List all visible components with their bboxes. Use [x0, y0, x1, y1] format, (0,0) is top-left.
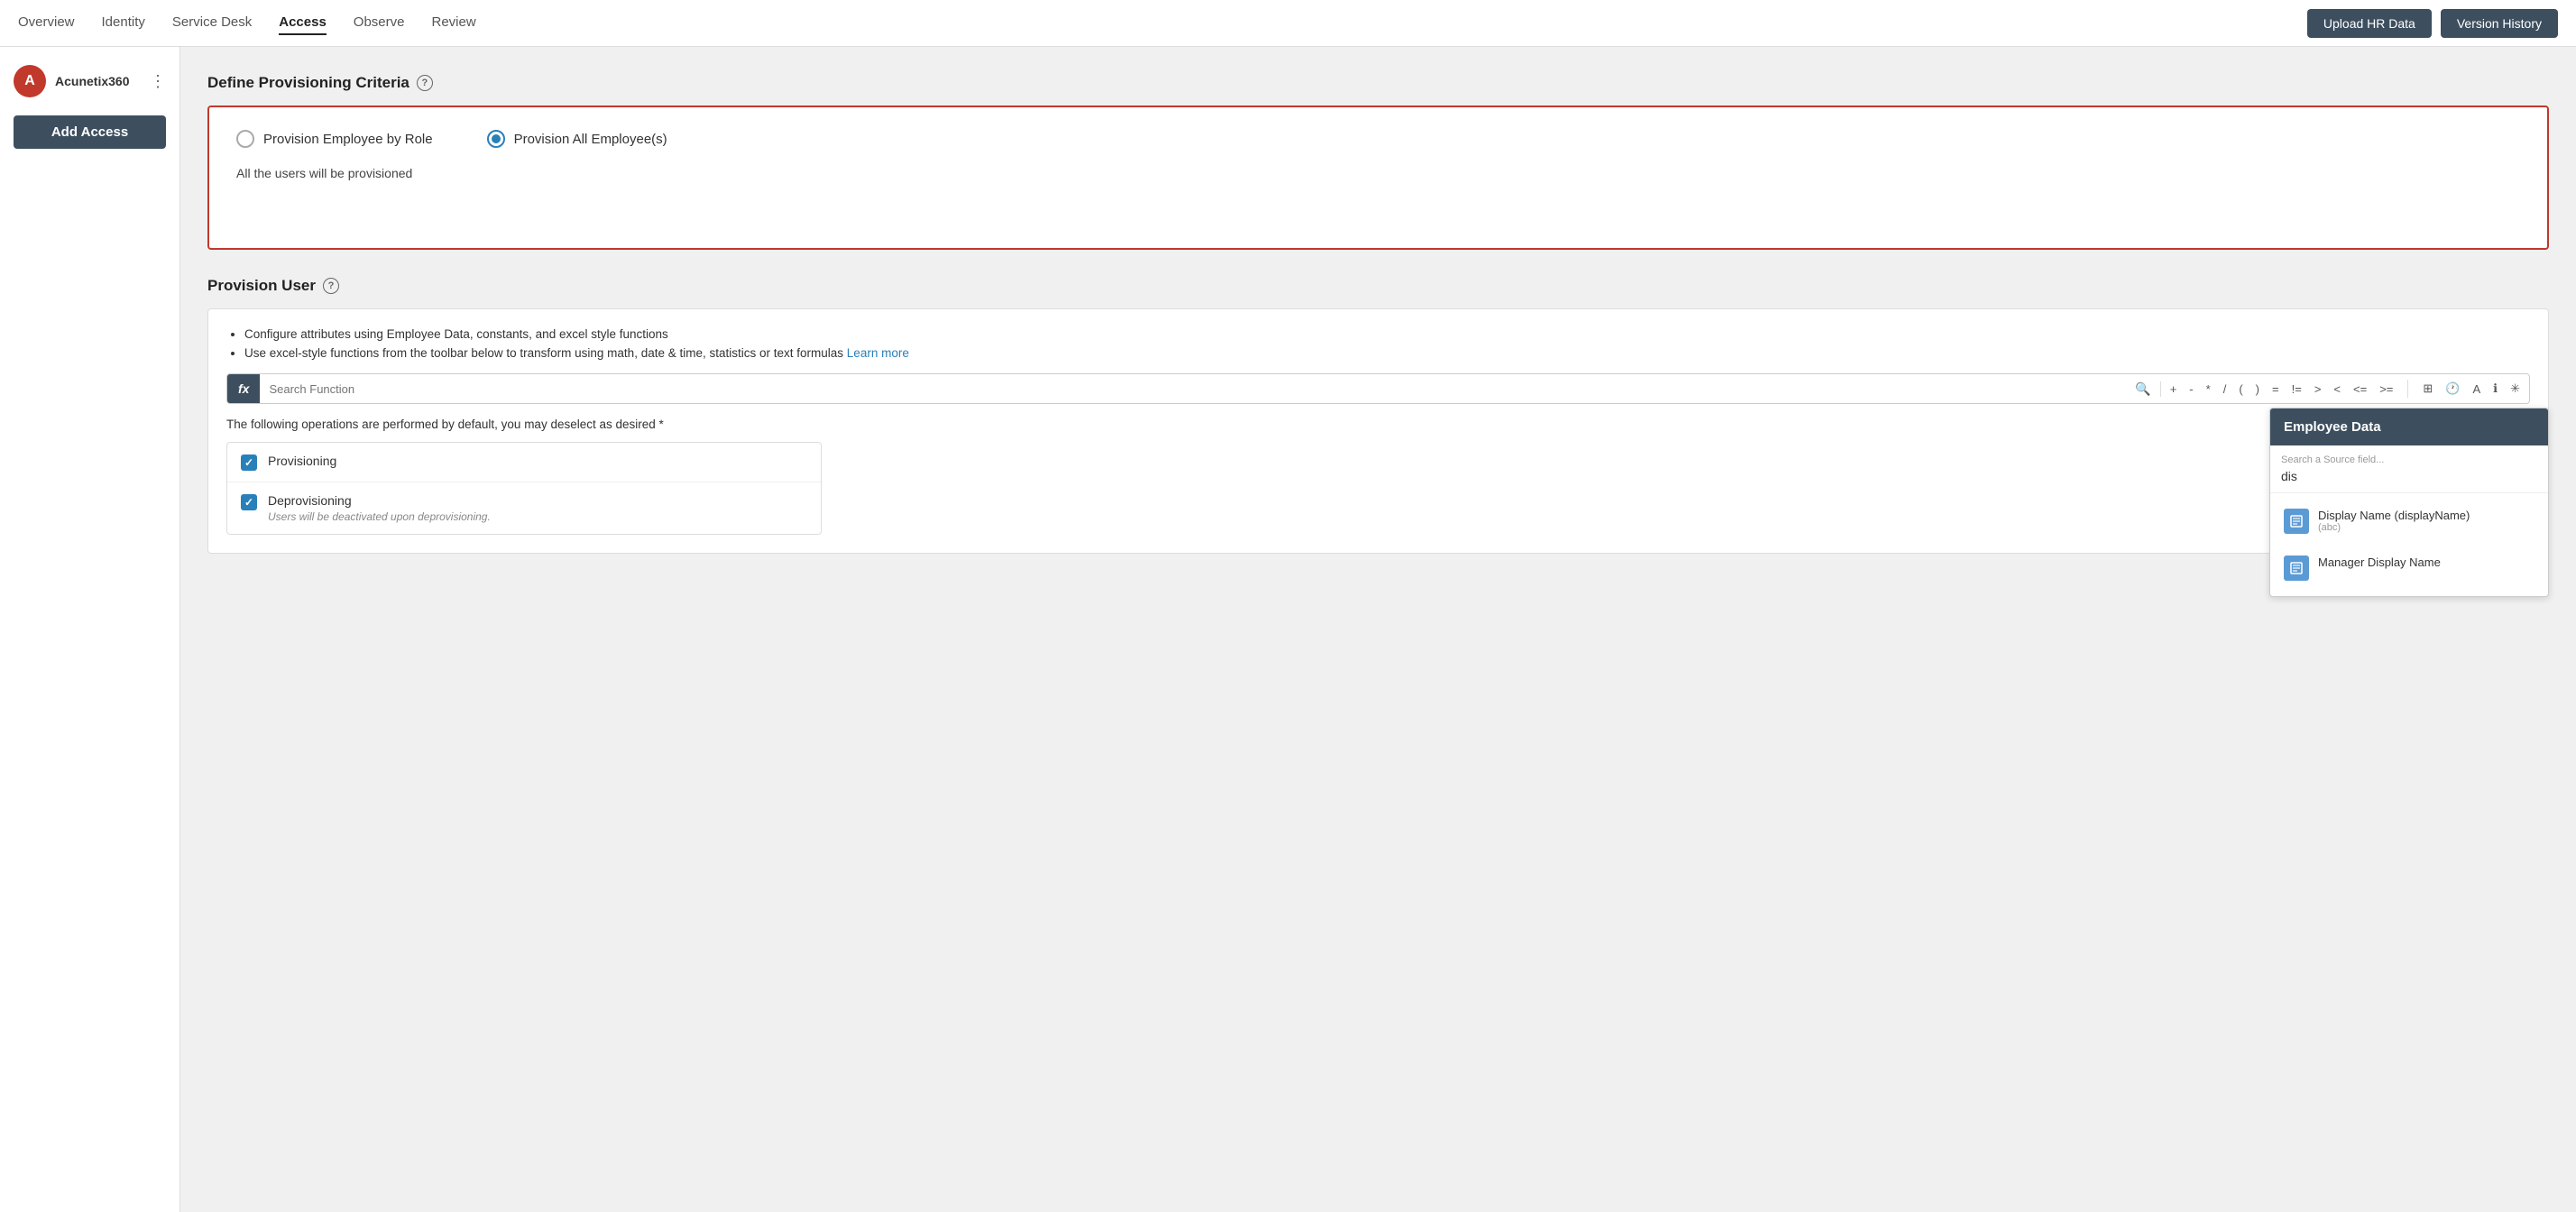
criteria-description: All the users will be provisioned — [236, 166, 2520, 180]
display-name-icon — [2284, 509, 2309, 534]
provision-title-text: Provision User — [207, 277, 316, 295]
toolbar-separator — [2407, 380, 2408, 398]
emp-search-value: dis — [2281, 469, 2537, 483]
radio-all-employees-circle — [487, 130, 505, 148]
operations-box: Provisioning Deprovisioning Users will b… — [226, 442, 822, 535]
op-greater[interactable]: > — [2313, 377, 2323, 401]
nav-review[interactable]: Review — [432, 11, 476, 35]
manager-display-name-icon — [2284, 556, 2309, 581]
search-function-input[interactable] — [269, 382, 2135, 396]
op-less-eq[interactable]: <= — [2351, 377, 2369, 401]
op-not-equals[interactable]: != — [2290, 377, 2304, 401]
emp-field-display-name[interactable]: Display Name (displayName) (abc) — [2270, 498, 2548, 545]
op-greater-eq[interactable]: >= — [2378, 377, 2395, 401]
op-divide[interactable]: / — [2222, 377, 2229, 401]
deprovisioning-label: Deprovisioning — [268, 493, 807, 508]
provision-section-title: Provision User ? — [207, 277, 2549, 295]
op-minus[interactable]: - — [2187, 377, 2194, 401]
op-deprovisioning-row: Deprovisioning Users will be deactivated… — [227, 482, 821, 534]
upload-hr-data-button[interactable]: Upload HR Data — [2307, 9, 2432, 38]
radio-all-employees-label: Provision All Employee(s) — [514, 132, 667, 147]
employee-data-list: Display Name (displayName) (abc) Manager… — [2270, 493, 2548, 596]
bullet-1: Configure attributes using Employee Data… — [244, 327, 2530, 341]
nav-access[interactable]: Access — [279, 11, 327, 35]
main-content: Define Provisioning Criteria ? Provision… — [180, 47, 2576, 1212]
provisioning-checkbox[interactable] — [241, 454, 257, 471]
employee-data-panel: Employee Data Search a Source field... d… — [2269, 408, 2549, 597]
search-icon: 🔍 — [2135, 381, 2150, 397]
operations-label: The following operations are performed b… — [226, 418, 2530, 431]
display-name-type: (abc) — [2318, 522, 2470, 533]
nav-service-desk[interactable]: Service Desk — [172, 11, 252, 35]
emp-field-manager-display-name[interactable]: Manager Display Name — [2270, 545, 2548, 592]
radio-by-role-circle — [236, 130, 254, 148]
bullet-2: Use excel-style functions from the toolb… — [244, 346, 2530, 360]
clock-icon[interactable]: 🕐 — [2443, 376, 2461, 401]
info-icon[interactable]: ℹ — [2491, 376, 2499, 401]
app-name: Acunetix360 — [55, 74, 129, 88]
employee-data-search: Search a Source field... dis — [2270, 445, 2548, 493]
op-equals[interactable]: = — [2270, 377, 2281, 401]
provision-help-icon[interactable]: ? — [323, 278, 339, 294]
op-multiply[interactable]: * — [2204, 377, 2213, 401]
provision-user-section: Provision User ? Configure attributes us… — [207, 277, 2549, 554]
provision-box: Configure attributes using Employee Data… — [207, 308, 2549, 554]
op-close-paren[interactable]: ) — [2254, 377, 2261, 401]
op-provisioning-row: Provisioning — [227, 443, 821, 482]
define-section-title: Define Provisioning Criteria ? — [207, 74, 2549, 92]
provision-bullets: Configure attributes using Employee Data… — [244, 327, 2530, 360]
op-open-paren[interactable]: ( — [2237, 377, 2244, 401]
search-function-wrapper: 🔍 — [260, 381, 2160, 397]
radio-group: Provision Employee by Role Provision All… — [236, 130, 2520, 148]
sidebar-header: A Acunetix360 ⋮ — [14, 65, 166, 97]
display-name-label: Display Name (displayName) — [2318, 509, 2470, 522]
define-help-icon[interactable]: ? — [417, 75, 433, 91]
top-navigation: Overview Identity Service Desk Access Ob… — [0, 0, 2576, 47]
emp-search-label: Search a Source field... — [2281, 454, 2537, 465]
define-provisioning-section: Define Provisioning Criteria ? Provision… — [207, 74, 2549, 250]
op-plus[interactable]: + — [2168, 377, 2179, 401]
deprovisioning-checkbox[interactable] — [241, 494, 257, 510]
op-less[interactable]: < — [2332, 377, 2342, 401]
sidebar: A Acunetix360 ⋮ Add Access — [0, 47, 180, 1212]
nav-observe[interactable]: Observe — [354, 11, 405, 35]
toolbar-operators: + - * / ( ) = != > < <= >= — [2161, 376, 2529, 401]
top-nav-buttons: Upload HR Data Version History — [2307, 9, 2558, 38]
radio-by-role[interactable]: Provision Employee by Role — [236, 130, 433, 148]
transform-icon[interactable]: ✳ — [2508, 376, 2522, 401]
version-history-button[interactable]: Version History — [2441, 9, 2558, 38]
learn-more-link[interactable]: Learn more — [847, 346, 909, 360]
main-layout: A Acunetix360 ⋮ Add Access Define Provis… — [0, 47, 2576, 1212]
app-logo: A — [14, 65, 46, 97]
manager-display-name-label: Manager Display Name — [2318, 556, 2441, 569]
radio-by-role-label: Provision Employee by Role — [263, 132, 433, 147]
main-inner: Define Provisioning Criteria ? Provision… — [207, 74, 2549, 554]
grid-icon[interactable]: ⊞ — [2421, 376, 2434, 401]
sidebar-menu-dots[interactable]: ⋮ — [150, 72, 166, 91]
text-format-icon[interactable]: A — [2470, 377, 2482, 401]
criteria-box: Provision Employee by Role Provision All… — [207, 106, 2549, 250]
nav-links: Overview Identity Service Desk Access Ob… — [18, 11, 2307, 35]
deprovisioning-desc: Users will be deactivated upon deprovisi… — [268, 510, 807, 523]
formula-bar: fx 🔍 + - * / ( ) = — [226, 373, 2530, 404]
define-title-text: Define Provisioning Criteria — [207, 74, 409, 92]
provisioning-label: Provisioning — [268, 454, 807, 468]
add-access-button[interactable]: Add Access — [14, 115, 166, 149]
radio-all-employees[interactable]: Provision All Employee(s) — [487, 130, 667, 148]
nav-identity[interactable]: Identity — [102, 11, 145, 35]
fx-label: fx — [227, 374, 260, 403]
employee-data-header: Employee Data — [2270, 409, 2548, 445]
nav-overview[interactable]: Overview — [18, 11, 75, 35]
